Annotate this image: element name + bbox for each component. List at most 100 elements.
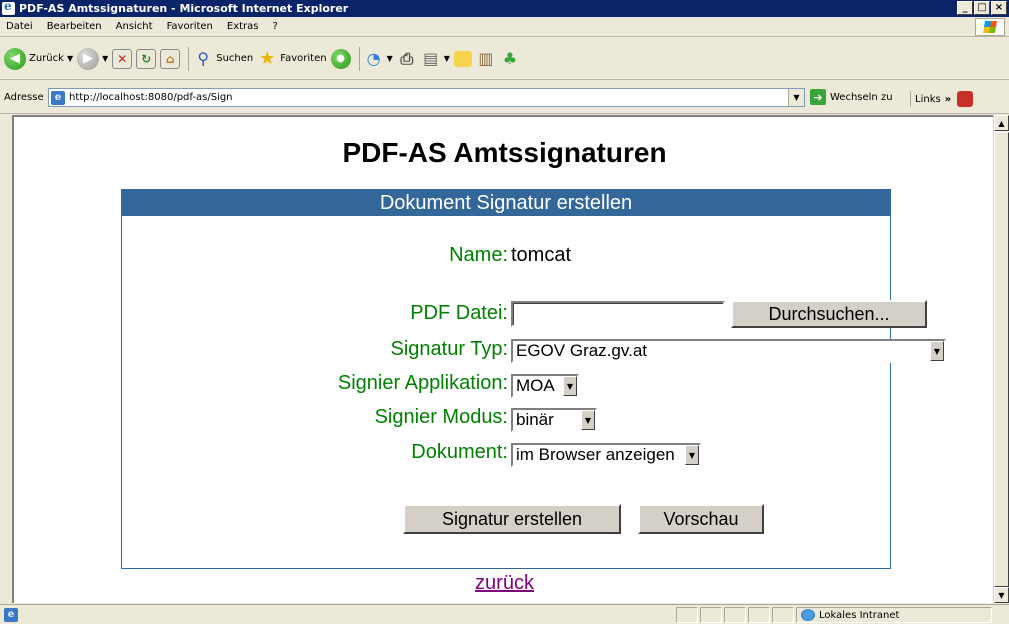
sign-application-label: Signier Applikation: <box>337 372 508 394</box>
menu-bar: Datei Bearbeiten Ansicht Favoriten Extra… <box>0 17 1009 37</box>
research-icon: ▥ <box>478 49 494 68</box>
document-label: Dokument: <box>411 441 508 463</box>
page-icon: e <box>51 90 65 105</box>
home-icon: ⌂ <box>160 48 181 69</box>
forward-arrow-icon: ▶ <box>77 47 100 70</box>
star-icon: ★ <box>259 48 276 69</box>
window-title: PDF-AS Amtssignaturen - Microsoft Intern… <box>19 2 349 15</box>
links-toolbar[interactable]: Links » <box>910 91 974 107</box>
chevron-right-icon[interactable]: » <box>945 94 951 105</box>
messenger-icon: ♣ <box>502 49 518 68</box>
print-button[interactable]: ⎙ <box>397 43 417 75</box>
media-icon: ● <box>330 48 351 69</box>
favorites-label: Favoriten <box>280 53 327 64</box>
windows-logo-icon <box>975 18 1005 36</box>
address-input[interactable]: e http://localhost:8080/pdf-as/Sign ▼ <box>48 88 805 107</box>
signature-type-select[interactable]: EGOV Graz.gv.at ▼ <box>511 339 946 363</box>
chevron-down-icon: ▼ <box>66 54 74 63</box>
discuss-button[interactable] <box>453 43 472 75</box>
pdf-icon[interactable] <box>957 91 974 107</box>
links-label: Links <box>915 93 941 105</box>
sign-application-select[interactable]: MOA ▼ <box>511 374 579 398</box>
printer-icon: ⎙ <box>400 48 414 68</box>
search-label: Suchen <box>216 53 254 64</box>
sign-application-value: MOA <box>516 376 555 395</box>
back-link[interactable]: zurück <box>14 572 993 595</box>
signature-type-label: Signatur Typ: <box>390 338 508 360</box>
create-signature-button[interactable]: Signatur erstellen <box>403 504 621 534</box>
signature-type-value: EGOV Graz.gv.at <box>516 341 648 360</box>
edit-icon: ▤ <box>423 49 439 68</box>
go-button[interactable]: ➔ Wechseln zu <box>810 89 893 105</box>
scroll-up-icon[interactable]: ▲ <box>994 115 1009 131</box>
preview-button[interactable]: Vorschau <box>638 504 764 534</box>
browse-button[interactable]: Durchsuchen... <box>731 300 927 328</box>
toolbar-separator <box>910 91 911 107</box>
back-button[interactable]: ◀ Zurück ▼ <box>4 43 73 75</box>
history-icon: ◔ <box>366 49 381 68</box>
chevron-down-icon: ▼ <box>581 410 595 430</box>
scroll-down-icon[interactable]: ▼ <box>994 587 1009 603</box>
status-cell <box>772 607 794 623</box>
pdf-file-label: PDF Datei: <box>410 302 508 324</box>
go-arrow-icon: ➔ <box>810 89 826 105</box>
forward-button[interactable]: ▶ ▼ <box>77 43 108 75</box>
media-button[interactable]: ● <box>330 43 351 75</box>
messenger-button[interactable]: ♣ <box>500 43 520 75</box>
pdf-file-input[interactable] <box>511 301 725 327</box>
toolbar-separator <box>188 46 190 71</box>
scroll-thumb[interactable] <box>994 132 1009 587</box>
go-label: Wechseln zu <box>830 91 893 103</box>
status-cell <box>724 607 746 623</box>
chevron-down-icon: ▼ <box>386 54 393 63</box>
close-button[interactable]: × <box>991 1 1007 15</box>
address-bar: Adresse e http://localhost:8080/pdf-as/S… <box>0 81 1009 114</box>
status-cell <box>700 607 722 623</box>
sign-mode-value: binär <box>516 410 554 429</box>
security-zone: Lokales Intranet <box>796 607 992 623</box>
sign-mode-select[interactable]: binär ▼ <box>511 408 597 432</box>
intranet-icon <box>801 609 815 621</box>
chevron-down-icon[interactable]: ▼ <box>788 89 804 106</box>
edit-button[interactable]: ▤ ▼ <box>421 43 450 75</box>
ie-icon <box>2 0 15 15</box>
menu-extras[interactable]: Extras <box>227 21 259 32</box>
menu-bearbeiten[interactable]: Bearbeiten <box>47 21 102 32</box>
chevron-down-icon: ▼ <box>930 341 944 361</box>
menu-ansicht[interactable]: Ansicht <box>116 21 153 32</box>
chevron-down-icon: ▼ <box>563 376 577 396</box>
minimize-button[interactable]: _ <box>957 1 973 15</box>
zone-label: Lokales Intranet <box>819 609 900 621</box>
home-button[interactable]: ⌂ <box>160 43 181 75</box>
menu-favoriten[interactable]: Favoriten <box>167 21 213 32</box>
chevron-down-icon: ▼ <box>443 54 450 63</box>
document-select[interactable]: im Browser anzeigen ▼ <box>511 443 701 467</box>
search-button[interactable]: ⚲ Suchen <box>193 43 253 75</box>
sign-mode-label: Signier Modus: <box>374 406 508 428</box>
standard-toolbar: ◀ Zurück ▼ ▶ ▼ ✕ ↻ ⌂ ⚲ Suchen ★ Favorite… <box>0 38 1009 80</box>
browser-window: PDF-AS Amtssignaturen - Microsoft Intern… <box>0 0 1009 624</box>
toolbar-separator <box>358 46 360 71</box>
name-value: tomcat <box>511 244 572 266</box>
signature-form-panel: Dokument Signatur erstellen Name: tomcat… <box>121 189 946 569</box>
menu-help[interactable]: ? <box>273 21 278 32</box>
vertical-scrollbar[interactable]: ▲ ▼ <box>993 115 1009 603</box>
search-icon: ⚲ <box>197 49 210 68</box>
page-content: PDF-AS Amtssignaturen Dokument Signatur … <box>12 115 993 603</box>
address-url: http://localhost:8080/pdf-as/Sign <box>69 92 233 103</box>
history-button[interactable]: ◔ ▼ <box>364 43 393 75</box>
favorites-button[interactable]: ★ Favoriten <box>257 43 326 75</box>
back-arrow-icon: ◀ <box>4 47 26 70</box>
refresh-icon: ↻ <box>136 48 157 69</box>
back-label: Zurück <box>29 53 64 64</box>
research-button[interactable]: ▥ <box>476 43 496 75</box>
stop-icon: ✕ <box>112 48 133 69</box>
maximize-button[interactable]: □ <box>974 1 990 15</box>
refresh-button[interactable]: ↻ <box>136 43 157 75</box>
menu-datei[interactable]: Datei <box>6 21 33 32</box>
address-label: Adresse <box>4 91 44 103</box>
chevron-down-icon: ▼ <box>102 54 109 63</box>
panel-title: Dokument Signatur erstellen <box>122 190 890 216</box>
stop-button[interactable]: ✕ <box>112 43 133 75</box>
document-value: im Browser anzeigen <box>516 445 675 464</box>
